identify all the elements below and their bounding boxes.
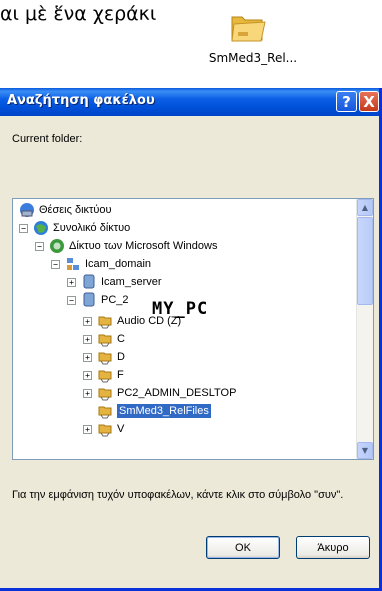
expand-icon[interactable]: + <box>67 277 76 287</box>
tree-item-label: D <box>117 351 125 363</box>
close-icon: X <box>363 92 375 111</box>
cancel-button[interactable]: Άκυρο <box>296 536 370 559</box>
tree-item-label: F <box>117 369 124 381</box>
tree-item-microsoft-windows-network[interactable]: − Δίκτυο των Microsoft Windows <box>35 237 217 255</box>
tree-item-pc2-admin-desltop[interactable]: + PC2_ADMIN_DESLTOP <box>83 384 236 402</box>
tree-item-label: PC2_ADMIN_DESLTOP <box>117 387 237 399</box>
shared-drive-icon <box>97 349 113 365</box>
desktop-icon-label[interactable]: SmMed3_Rel... <box>198 51 308 65</box>
close-button[interactable]: X <box>359 91 379 112</box>
ok-button[interactable]: OK <box>206 536 280 559</box>
expand-icon[interactable]: + <box>83 424 92 434</box>
tree-item-label: Δίκτυο των Microsoft Windows <box>69 240 218 252</box>
tree-item-label: PC_2 <box>101 294 129 306</box>
tree-item-icam-domain[interactable]: − Icam_domain <box>51 255 151 273</box>
tree-item-icam-server[interactable]: + Icam_server <box>67 273 162 291</box>
hint-text: Για την εμφάνιση τυχόν υποφακέλων, κάντε… <box>12 489 344 501</box>
vertical-scrollbar[interactable]: ▲ ▼ <box>356 199 373 459</box>
collapse-icon[interactable]: − <box>35 241 44 251</box>
scrollbar-thumb[interactable] <box>357 217 373 305</box>
windows-network-icon <box>49 238 65 254</box>
current-folder-label: Current folder: <box>12 133 83 145</box>
tree-item-label: Συνολικό δίκτυο <box>53 222 131 234</box>
tree-item-label: Icam_domain <box>85 258 152 270</box>
scroll-down-icon[interactable]: ▼ <box>357 442 373 459</box>
collapse-icon[interactable]: − <box>51 259 60 269</box>
shared-folder-icon <box>97 403 113 419</box>
document-text: αι μὲ ἕνα χεράκι <box>0 3 157 25</box>
tree-item-network-places[interactable]: Θέσεις δικτύου <box>19 201 112 219</box>
computer-icon <box>81 274 97 290</box>
dialog-title: Αναζήτηση φακέλου <box>7 93 155 108</box>
collapse-icon[interactable]: − <box>67 295 76 305</box>
collapse-icon[interactable]: − <box>19 223 28 233</box>
title-bar[interactable]: Αναζήτηση φακέλου ? X <box>0 88 379 116</box>
tree-item-label: Θέσεις δικτύου <box>39 204 112 216</box>
expand-icon[interactable]: + <box>83 316 92 326</box>
help-button[interactable]: ? <box>336 91 357 112</box>
expand-icon[interactable]: + <box>83 334 92 344</box>
tree-item-entire-network[interactable]: − Συνολικό δίκτυο <box>19 219 130 237</box>
tree-item-label-selected: SmMed3_RelFiles <box>117 404 211 418</box>
tree-item-label: V <box>117 423 125 435</box>
domain-icon <box>65 256 81 272</box>
help-icon: ? <box>342 92 351 111</box>
network-places-icon <box>19 202 35 218</box>
tree-item-pc2[interactable]: − PC_2 <box>67 291 129 309</box>
tree-item-label: C <box>117 333 125 345</box>
tree-item-f[interactable]: + F <box>83 366 124 384</box>
browse-folder-dialog: Αναζήτηση φακέλου ? X Current folder: Θέ… <box>0 88 382 591</box>
expand-icon[interactable]: + <box>83 370 92 380</box>
globe-icon <box>33 220 49 236</box>
tree-item-d[interactable]: + D <box>83 348 125 366</box>
folder-icon[interactable] <box>228 8 268 48</box>
tree-item-smmed3-relfiles[interactable]: SmMed3_RelFiles <box>83 402 211 420</box>
my-pc-overlay-label: MY_PC <box>152 299 209 319</box>
tree-item-v[interactable]: + V <box>83 420 124 438</box>
computer-icon <box>81 292 97 308</box>
folder-tree[interactable]: Θέσεις δικτύου − Συνολικό δίκτυο − Δίκτυ… <box>12 198 374 460</box>
expand-icon[interactable]: + <box>83 388 92 398</box>
tree-item-c[interactable]: + C <box>83 330 125 348</box>
shared-drive-icon <box>97 421 113 437</box>
shared-folder-icon <box>97 385 113 401</box>
tree-item-label: Icam_server <box>101 276 162 288</box>
expand-icon[interactable]: + <box>83 352 92 362</box>
shared-drive-icon <box>97 313 113 329</box>
shared-drive-icon <box>97 331 113 347</box>
shared-drive-icon <box>97 367 113 383</box>
scroll-up-icon[interactable]: ▲ <box>357 199 373 216</box>
